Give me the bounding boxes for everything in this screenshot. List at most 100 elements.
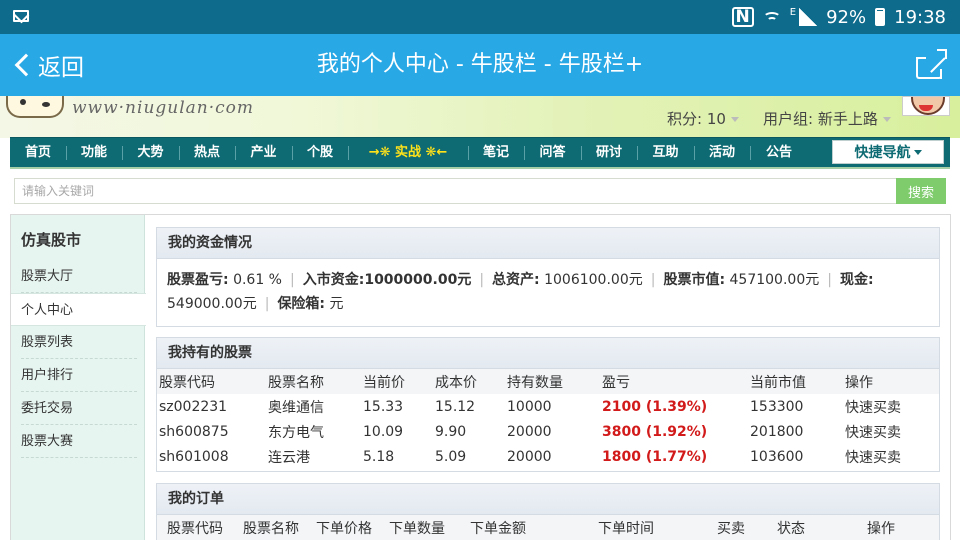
table-row: sz002231 奥维通信 15.33 15.12 10000 2100 (1.… [157, 394, 939, 419]
column-header: 状态 [767, 515, 857, 540]
sidebar-item-user-ranking[interactable]: 用户排行 [11, 359, 145, 392]
profit-loss: 2100 (1.39%) [602, 398, 708, 415]
safe-box-label: 保险箱: [277, 296, 326, 312]
share-icon [916, 57, 942, 79]
profit-value: 0.61 % [233, 272, 282, 288]
cash-value: 549000.00元 [167, 296, 257, 312]
nav-item-features[interactable]: 功能 [66, 138, 122, 168]
orders-panel-title: 我的订单 [157, 484, 939, 515]
nav-item-qa[interactable]: 问答 [524, 138, 581, 168]
nav-item-trend[interactable]: 大势 [122, 138, 179, 168]
sidebar-item-label: 股票列表 [21, 335, 74, 350]
sidebar-item-label: 用户排行 [21, 368, 74, 383]
holdings-table: 股票代码 股票名称 当前价 成本价 持有数量 盈亏 当前市值 操作 sz0022… [157, 369, 939, 469]
quick-nav-button[interactable]: 快捷导航 [832, 140, 944, 164]
cost-price: 9.90 [435, 423, 467, 440]
column-header: 当前市值 [748, 369, 843, 394]
status-indicators: N E 92% 19:38 [731, 0, 946, 34]
usergroup-menu[interactable]: 用户组: 新手上路 [763, 108, 891, 129]
nav-item-announcements[interactable]: 公告 [750, 138, 808, 168]
orders-table: 股票代码 股票名称 下单价格 下单数量 下单金额 下单时间 买卖 状态 操作 [157, 515, 939, 540]
column-header: 买卖 [707, 515, 767, 540]
sidebar-item-stock-contest[interactable]: 股票大赛 [11, 425, 145, 458]
sidebar-item-label: 股票大赛 [21, 434, 74, 449]
quick-nav-label: 快捷导航 [854, 145, 911, 161]
stock-code: sh600875 [159, 423, 229, 440]
nav-item-practice[interactable]: →❋ 实战 ❋← [348, 138, 468, 168]
share-button[interactable] [916, 49, 948, 79]
column-header: 股票名称 [233, 515, 306, 540]
nav-item-hotspot[interactable]: 热点 [179, 138, 235, 168]
page-title: 我的个人中心 - 牛股栏 - 牛股栏+ [316, 52, 644, 77]
cost-price: 5.09 [435, 448, 467, 465]
table-header-row: 股票代码 股票名称 下单价格 下单数量 下单金额 下单时间 买卖 状态 操作 [157, 515, 939, 540]
column-header: 操作 [857, 515, 939, 540]
sidebar-item-label: 委托交易 [21, 401, 74, 416]
column-header: 股票名称 [266, 369, 361, 394]
market-value-label: 股票市值: [663, 272, 726, 288]
network-type-label: E [789, 7, 797, 18]
back-label: 返回 [38, 55, 84, 81]
capital-value: 1000000.00元 [364, 272, 472, 288]
column-header: 盈亏 [600, 369, 748, 394]
quick-trade-link[interactable]: 快速买卖 [843, 419, 939, 444]
cow-logo-icon[interactable] [6, 96, 64, 118]
market-value: 103600 [750, 448, 804, 465]
search-button[interactable]: 搜索 [896, 178, 946, 204]
profit-loss: 3800 (1.92%) [602, 423, 708, 440]
stock-code: sh601008 [159, 448, 229, 465]
funds-panel: 我的资金情况 股票盈亏: 0.61 % | 入市资金:1000000.00元 | 总资产… [156, 227, 940, 327]
column-header: 下单数量 [379, 515, 460, 540]
nav-item-home[interactable]: 首页 [10, 138, 66, 168]
column-header: 股票代码 [157, 515, 233, 540]
back-button[interactable]: 返回 [10, 34, 84, 96]
sidebar-item-entrust-trade[interactable]: 委托交易 [11, 392, 145, 425]
current-price: 10.09 [363, 423, 404, 440]
profit-label: 股票盈亏: [167, 272, 229, 288]
stock-name: 东方电气 [268, 424, 324, 441]
total-assets-label: 总资产: [492, 272, 540, 288]
nav-item-help[interactable]: 互助 [637, 138, 694, 168]
stock-name: 连云港 [268, 449, 310, 466]
quantity: 20000 [507, 423, 552, 440]
total-assets-value: 1006100.00元 [544, 272, 643, 288]
stock-code: sz002231 [159, 398, 228, 415]
quantity: 10000 [507, 398, 552, 415]
caret-down-icon [730, 117, 739, 122]
sidebar-item-stock-list[interactable]: 股票列表 [11, 326, 145, 359]
nav-item-discussion[interactable]: 研讨 [581, 138, 637, 168]
funds-panel-title: 我的资金情况 [157, 228, 939, 259]
profit-loss: 1800 (1.77%) [602, 448, 708, 465]
table-header-row: 股票代码 股票名称 当前价 成本价 持有数量 盈亏 当前市值 操作 [157, 369, 939, 394]
market-value: 153300 [750, 398, 804, 415]
quick-trade-link[interactable]: 快速买卖 [843, 444, 939, 469]
points-menu[interactable]: 积分: 10 [667, 108, 739, 129]
avatar[interactable] [902, 96, 950, 116]
caret-down-icon [882, 117, 891, 122]
sidebar-item-label: 个人中心 [21, 303, 74, 318]
nav-item-notes[interactable]: 笔记 [468, 138, 524, 168]
orders-panel: 我的订单 股票代码 股票名称 下单价格 下单数量 下单金额 下单时间 买卖 状态… [156, 483, 940, 540]
search-input[interactable] [14, 178, 896, 204]
battery-icon [875, 8, 886, 26]
column-header: 成本价 [433, 369, 505, 394]
sidebar-item-personal-center[interactable]: 个人中心 [11, 293, 146, 326]
column-header: 下单时间 [588, 515, 707, 540]
column-header: 下单价格 [306, 515, 379, 540]
nav-item-industry[interactable]: 产业 [235, 138, 292, 168]
nav-item-stocks[interactable]: 个股 [292, 138, 348, 168]
column-header: 股票代码 [157, 369, 266, 394]
nav-item-events[interactable]: 活动 [694, 138, 750, 168]
points-label: 积分: 10 [667, 110, 726, 128]
column-header: 持有数量 [505, 369, 600, 394]
current-price: 15.33 [363, 398, 404, 415]
status-bar: N E 92% 19:38 [0, 0, 960, 34]
sidebar-item-stock-hall[interactable]: 股票大厅 [11, 260, 145, 293]
app-title-bar: 返回 我的个人中心 - 牛股栏 - 牛股栏+ [0, 34, 960, 96]
funds-summary: 股票盈亏: 0.61 % | 入市资金:1000000.00元 | 总资产: 10061… [167, 272, 874, 312]
safe-box-value: 元 [329, 296, 344, 312]
column-header: 当前价 [361, 369, 433, 394]
quantity: 20000 [507, 448, 552, 465]
market-value-value: 457100.00元 [729, 272, 820, 288]
quick-trade-link[interactable]: 快速买卖 [843, 394, 939, 419]
